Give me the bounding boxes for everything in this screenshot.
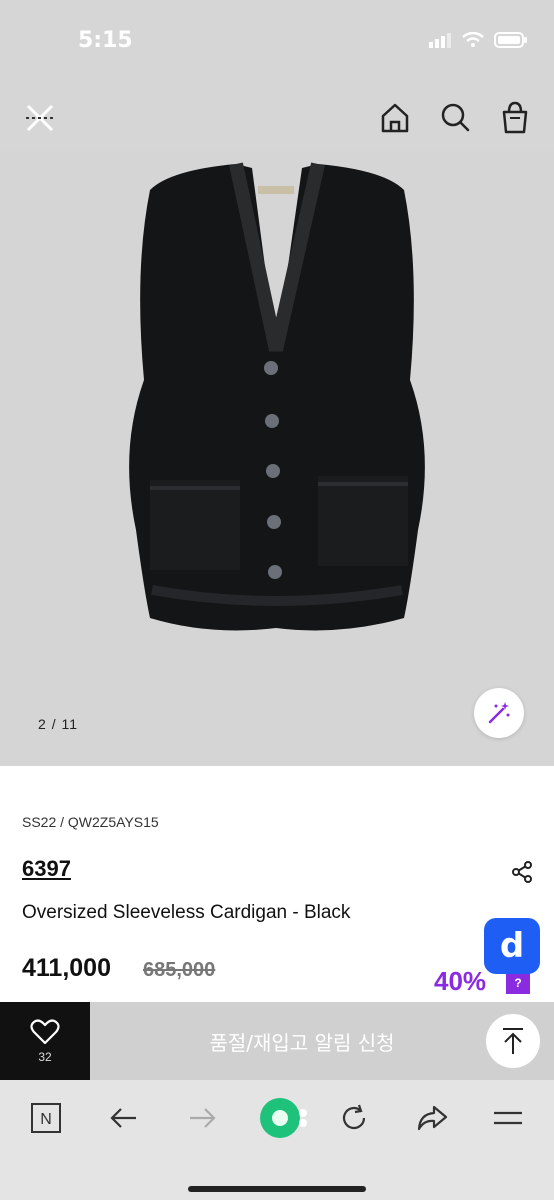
cart-button[interactable] bbox=[496, 100, 534, 136]
image-counter: 2 / 11 bbox=[38, 716, 78, 732]
search-icon bbox=[441, 103, 470, 132]
browser-share-button[interactable] bbox=[412, 1098, 452, 1138]
wishlist-button[interactable]: 32 bbox=[0, 1002, 90, 1080]
scroll-to-top-button[interactable] bbox=[486, 1014, 540, 1068]
menu-icon bbox=[494, 1111, 522, 1125]
browser-toolbar: N bbox=[0, 1080, 554, 1200]
cardigan-vest-image bbox=[129, 162, 425, 631]
browser-green-dot-button[interactable] bbox=[256, 1094, 312, 1142]
arrow-right-icon bbox=[190, 1108, 216, 1128]
home-indicator bbox=[188, 1186, 366, 1192]
magic-wand-icon bbox=[488, 702, 510, 724]
sale-price: 411,000 bbox=[22, 954, 111, 982]
arrow-left-icon bbox=[110, 1108, 136, 1128]
original-price: 685,000 bbox=[143, 959, 216, 981]
bottom-action-bar: 32 품절/재입고 알림 신청 bbox=[0, 1002, 554, 1080]
green-dot-icon bbox=[260, 1098, 307, 1138]
search-button[interactable] bbox=[436, 100, 474, 136]
forward-share-icon bbox=[417, 1105, 448, 1131]
browser-forward-button[interactable] bbox=[182, 1098, 222, 1138]
status-icons bbox=[428, 32, 528, 48]
shopping-bag-icon bbox=[502, 101, 528, 134]
status-time: 5:15 bbox=[78, 28, 133, 53]
close-button[interactable] bbox=[22, 100, 58, 136]
naver-tab-icon: N bbox=[31, 1103, 61, 1133]
discount-help-button[interactable]: ? bbox=[506, 972, 530, 994]
product-name: Oversized Sleeveless Cardigan - Black bbox=[22, 902, 351, 923]
floating-d-button[interactable]: d bbox=[484, 918, 540, 974]
discount-rate: 40% bbox=[434, 966, 487, 996]
share-icon bbox=[512, 861, 532, 883]
image-counter-separator: / bbox=[51, 716, 57, 732]
share-button[interactable] bbox=[510, 860, 534, 884]
season-code: SS22 / QW2Z5AYS15 bbox=[22, 814, 159, 830]
browser-back-button[interactable] bbox=[104, 1098, 144, 1138]
restock-alert-button[interactable]: 품절/재입고 알림 신청 bbox=[90, 1002, 554, 1080]
browser-refresh-button[interactable] bbox=[334, 1098, 374, 1138]
browser-menu-button[interactable] bbox=[488, 1098, 528, 1138]
home-icon bbox=[381, 103, 409, 133]
brand-link[interactable]: 6397 bbox=[22, 856, 71, 882]
battery-icon bbox=[494, 32, 527, 48]
close-icon bbox=[26, 104, 54, 132]
home-button[interactable] bbox=[376, 100, 414, 136]
arrow-up-icon bbox=[503, 1028, 523, 1054]
heart-icon bbox=[30, 1019, 60, 1045]
browser-tab-button[interactable]: N bbox=[26, 1098, 66, 1138]
product-image[interactable] bbox=[0, 150, 554, 766]
top-navigation bbox=[0, 86, 554, 150]
cellular-signal-icon bbox=[429, 33, 451, 48]
magic-wand-button[interactable] bbox=[474, 688, 524, 738]
image-counter-total: 11 bbox=[61, 716, 79, 732]
image-counter-current: 2 bbox=[38, 716, 47, 732]
browser-tab-label: N bbox=[40, 1111, 52, 1128]
refresh-icon bbox=[342, 1104, 366, 1130]
status-bar: 5:15 bbox=[0, 0, 554, 86]
wishlist-count: 32 bbox=[38, 1050, 52, 1064]
wifi-icon bbox=[462, 32, 484, 47]
